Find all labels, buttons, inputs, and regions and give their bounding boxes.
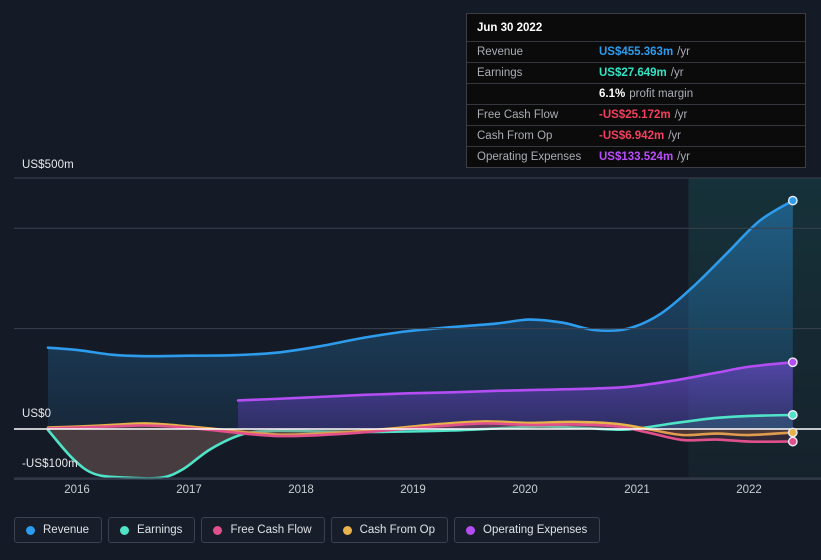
legend-dot-icon: [120, 525, 130, 535]
x-axis-tick-2019: 2019: [400, 484, 426, 496]
tooltip-row-value: US$27.649m: [599, 67, 667, 79]
legend-dot-icon: [466, 525, 476, 535]
legend-item-label: Revenue: [43, 524, 90, 536]
legend-item-revenue[interactable]: Revenue: [14, 517, 103, 543]
tooltip-row-label: Operating Expenses: [477, 151, 582, 163]
legend-item-cash-from-op[interactable]: Cash From Op: [330, 517, 449, 543]
financial-chart-widget: US$500m US$0 -US$100m 2016 2017 2018 2019 20…: [0, 0, 821, 560]
legend-item-label: Earnings: [137, 524, 183, 536]
tooltip-row: Free Cash Flow -US$25.172m/yr: [467, 104, 805, 125]
tooltip-row-value: US$133.524m: [599, 151, 674, 163]
y-axis-label-top: US$500m: [22, 159, 74, 171]
legend-item-label: Cash From Op: [359, 524, 436, 536]
tooltip-row-unit: /yr: [674, 109, 688, 121]
tooltip-row-value: 6.1%: [599, 88, 626, 100]
tooltip-row: Operating Expenses US$133.524m/yr: [467, 146, 805, 167]
tooltip-row: Cash From Op -US$6.942m/yr: [467, 125, 805, 146]
legend-item-earnings[interactable]: Earnings: [108, 517, 196, 543]
x-axis-tick-2018: 2018: [288, 484, 314, 496]
tooltip-row: Earnings US$27.649m/yr: [467, 62, 805, 83]
chart-tooltip: Jun 30 2022 Revenue US$455.363m/yr Earning…: [466, 13, 806, 168]
tooltip-row-label: Cash From Op: [477, 130, 553, 142]
x-axis-tick-2021: 2021: [624, 484, 650, 496]
tooltip-row: Revenue US$455.363m/yr: [467, 41, 805, 62]
x-axis-tick-2017: 2017: [176, 484, 202, 496]
x-axis-tick-2022: 2022: [736, 484, 762, 496]
chart-legend[interactable]: Revenue Earnings Free Cash Flow Cash From O…: [14, 517, 601, 543]
end-marker-cash-from-op: [787, 427, 798, 438]
y-axis-label-bottom: -US$100m: [22, 458, 78, 470]
tooltip-row-unit: /yr: [670, 67, 684, 79]
x-axis-tick-2016: 2016: [64, 484, 90, 496]
end-marker-free-cash-flow: [787, 436, 798, 447]
tooltip-row-unit: /yr: [677, 46, 690, 58]
end-marker-earnings: [787, 410, 798, 420]
legend-item-label: Free Cash Flow: [230, 524, 312, 536]
legend-item-operating-expenses[interactable]: Operating Expenses: [454, 517, 601, 543]
legend-item-free-cash-flow[interactable]: Free Cash Flow: [201, 517, 325, 543]
tooltip-row-label: Free Cash Flow: [477, 109, 559, 121]
tooltip-row: 6.1% profit margin: [467, 83, 805, 104]
end-marker-revenue: [787, 195, 798, 206]
end-marker-operating-expenses: [787, 357, 798, 368]
tooltip-rows: Revenue US$455.363m/yr Earnings US$27.649m /…: [467, 41, 805, 167]
tooltip-row-label: Earnings: [477, 67, 523, 79]
legend-dot-icon: [26, 525, 35, 535]
tooltip-row-unit: /yr: [677, 151, 690, 163]
tooltip-row-label: Revenue: [477, 46, 524, 58]
tooltip-row-unit: /yr: [668, 130, 681, 142]
legend-dot-icon: [213, 525, 223, 535]
tooltip-row-value: -US$6.942m: [599, 130, 665, 142]
y-axis-label-zero: US$0: [22, 408, 52, 420]
tooltip-row-value: US$455.363m: [599, 46, 674, 58]
tooltip-row-value: -US$25.172m: [599, 109, 671, 121]
tooltip-date: Jun 30 2022: [477, 22, 543, 34]
legend-dot-icon: [342, 525, 352, 535]
legend-item-label: Operating Expenses: [483, 524, 588, 536]
tooltip-row-unit: profit margin: [629, 88, 694, 100]
x-axis-tick-2020: 2020: [512, 484, 538, 496]
